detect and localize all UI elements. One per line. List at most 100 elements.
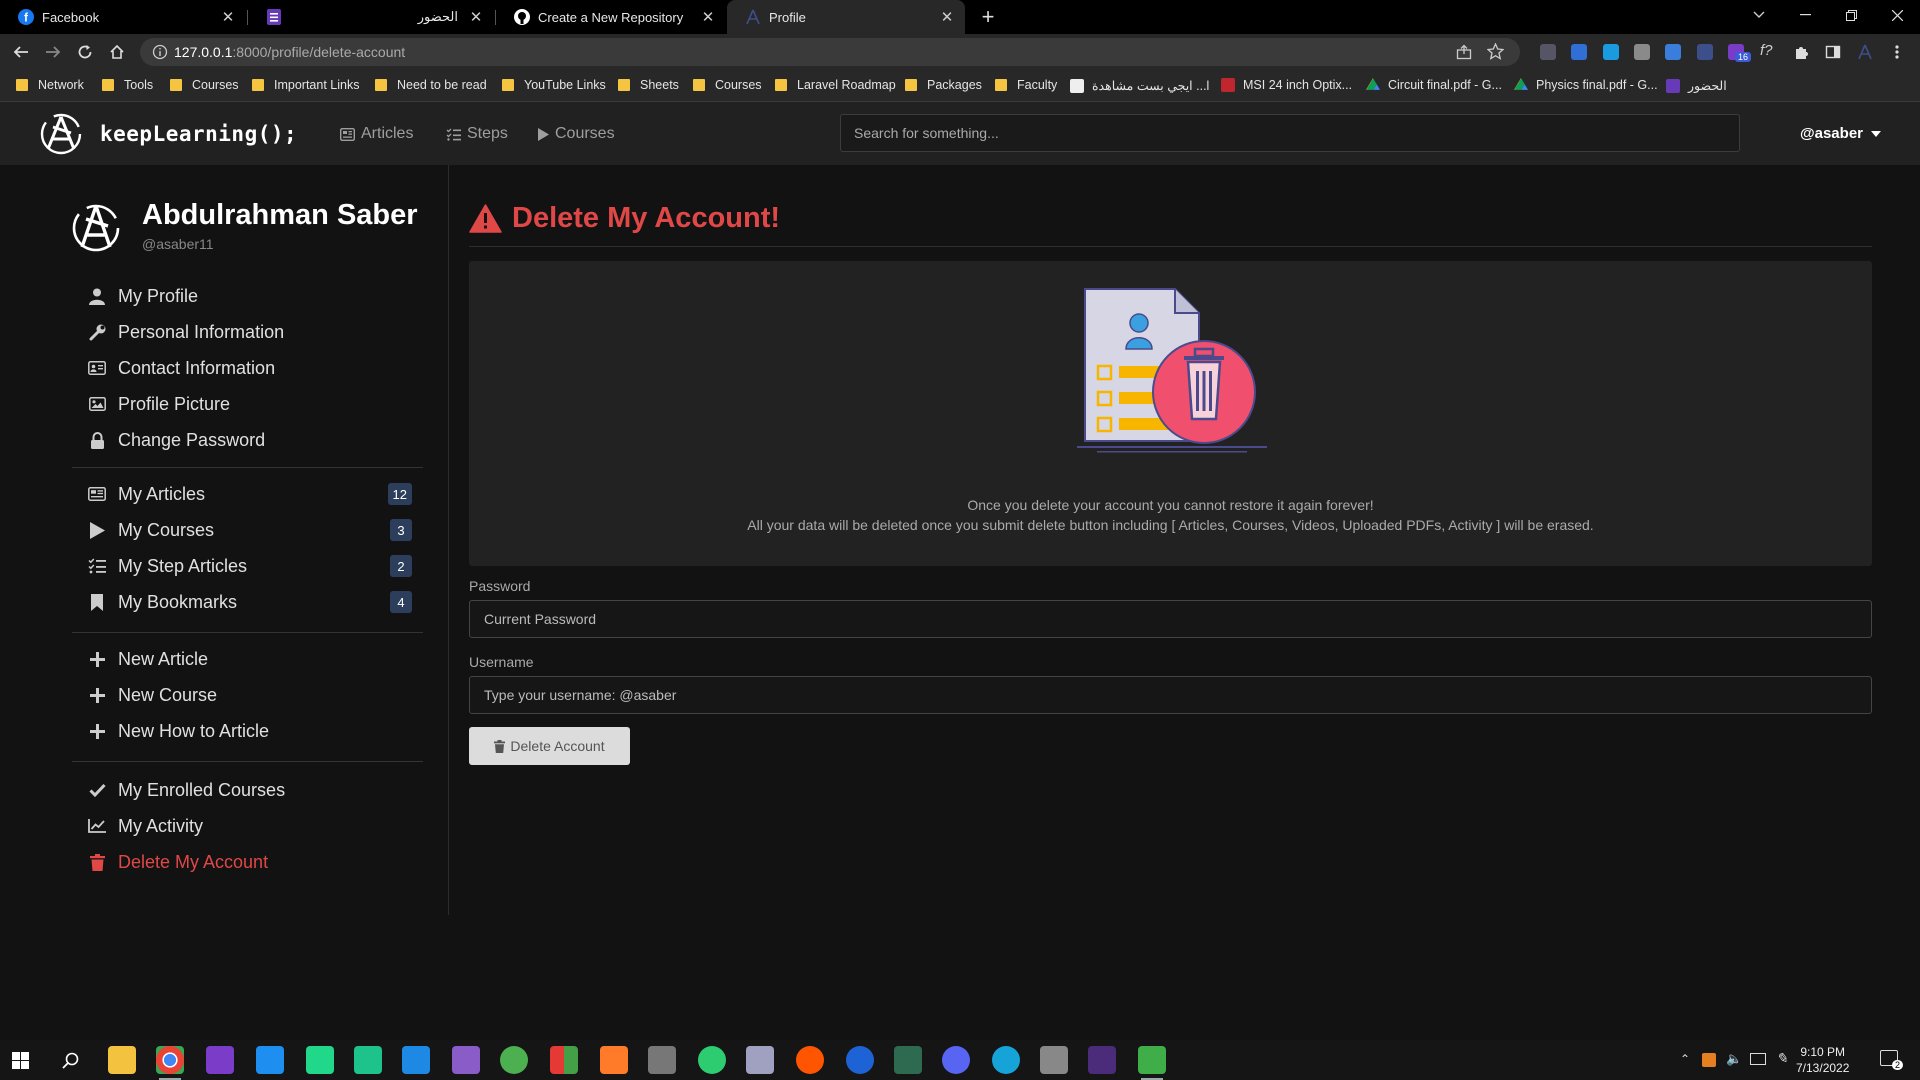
app-icon[interactable] [550, 1046, 578, 1074]
clion-icon[interactable] [354, 1046, 382, 1074]
tab-attendance[interactable]: الحضور ✕ [248, 0, 494, 34]
file-explorer-icon[interactable] [108, 1046, 136, 1074]
tab-search-button[interactable] [1736, 0, 1782, 30]
back-button[interactable] [10, 41, 32, 63]
bookmark-link[interactable]: MSI 24 inch Optix... [1221, 78, 1352, 92]
share-icon[interactable] [1456, 44, 1472, 60]
sidebar-item-change-password[interactable]: Change Password [88, 422, 423, 458]
sidebar-item-contact-information[interactable]: Contact Information [88, 350, 423, 386]
new-tab-button[interactable]: + [976, 4, 1000, 30]
sidebar-item-new-how-to-article[interactable]: New How to Article [88, 713, 423, 749]
sidebar-item-profile-picture[interactable]: Profile Picture [88, 386, 423, 422]
sidebar-item-new-article[interactable]: New Article [88, 641, 423, 677]
webstorm-icon[interactable] [256, 1046, 284, 1074]
network-icon[interactable] [1750, 1053, 1766, 1065]
chrome-icon[interactable] [156, 1046, 184, 1080]
volume-icon[interactable]: 🔈 [1726, 1051, 1742, 1067]
sidebar-item-my-activity[interactable]: My Activity [88, 808, 423, 844]
bookmark-folder[interactable]: Important Links [252, 78, 359, 92]
minimize-button[interactable] [1782, 0, 1828, 30]
close-tab-icon[interactable]: ✕ [468, 8, 484, 26]
close-tab-icon[interactable]: ✕ [700, 8, 716, 26]
bookmark-folder[interactable]: Courses [170, 78, 239, 92]
nav-courses[interactable]: Courses [538, 125, 615, 143]
sidebar-item-my-articles[interactable]: My Articles 12 [88, 476, 423, 512]
extensions-puzzle-icon[interactable] [1790, 41, 1812, 63]
tab-facebook[interactable]: f Facebook ✕ [0, 0, 246, 34]
close-tab-icon[interactable]: ✕ [220, 8, 236, 26]
windows-start-icon[interactable] [12, 1052, 29, 1069]
sidebar-item-my-courses[interactable]: My Courses 3 [88, 512, 423, 548]
browser-menu-icon[interactable] [1886, 41, 1908, 63]
password-field[interactable] [469, 600, 1872, 638]
bookmark-folder[interactable]: Sheets [618, 78, 679, 92]
app-icon[interactable] [500, 1046, 528, 1074]
restore-button[interactable] [1828, 0, 1874, 30]
app-icon[interactable] [698, 1046, 726, 1074]
app-icon[interactable] [648, 1046, 676, 1074]
bookmark-folder[interactable]: Tools [102, 78, 153, 92]
address-bar[interactable]: 127.0.0.1:8000/profile/delete-account [140, 38, 1520, 66]
bookmark-folder[interactable]: Need to be read [375, 78, 487, 92]
phpstorm-icon[interactable] [206, 1046, 234, 1074]
sidebar-item-my-profile[interactable]: My Profile [88, 278, 423, 314]
formula-extension-icon[interactable]: f? [1760, 42, 1773, 59]
app-icon[interactable] [894, 1046, 922, 1074]
site-info-icon[interactable] [152, 44, 168, 60]
app-icon[interactable] [1040, 1046, 1068, 1074]
app-icon[interactable] [846, 1046, 874, 1074]
app-icon[interactable] [1138, 1046, 1166, 1080]
extension-icon[interactable] [1540, 44, 1556, 60]
site-brand[interactable]: keepLearning(); [40, 113, 297, 155]
soundcloud-icon[interactable] [796, 1046, 824, 1074]
search-icon[interactable] [62, 1052, 79, 1069]
nav-articles[interactable]: Articles [340, 125, 413, 143]
bookmark-folder[interactable]: Packages [905, 78, 982, 92]
pen-icon[interactable]: ✎ [1776, 1050, 1788, 1067]
discord-icon[interactable] [942, 1046, 970, 1074]
forward-button[interactable] [42, 41, 64, 63]
sidebar-item-delete-my-account[interactable]: Delete My Account [88, 844, 423, 880]
bookmark-folder[interactable]: Courses [693, 78, 762, 92]
sidebar-item-new-course[interactable]: New Course [88, 677, 423, 713]
nav-steps[interactable]: Steps [446, 125, 508, 143]
extension-icon[interactable] [1665, 44, 1681, 60]
delete-account-button[interactable]: Delete Account [469, 727, 630, 765]
user-menu[interactable]: @asaber [1800, 125, 1881, 142]
app-icon[interactable] [992, 1046, 1020, 1074]
extension-icon[interactable] [1697, 44, 1713, 60]
bookmark-folder[interactable]: YouTube Links [502, 78, 606, 92]
bookmark-link[interactable]: الحضور [1666, 78, 1727, 93]
close-tab-icon[interactable]: ✕ [939, 8, 955, 26]
profile-icon[interactable] [1854, 41, 1876, 63]
nox-icon[interactable] [1088, 1046, 1116, 1074]
sidebar-item-my-bookmarks[interactable]: My Bookmarks 4 [88, 584, 423, 620]
bookmark-folder[interactable]: Laravel Roadmap [775, 78, 896, 92]
bookmark-link[interactable]: ايجي بست مشاهدة ...l [1070, 78, 1209, 93]
sidebar-item-personal-information[interactable]: Personal Information [88, 314, 423, 350]
home-button[interactable] [106, 41, 128, 63]
tab-profile[interactable]: Profile ✕ [727, 0, 965, 34]
pycharm-icon[interactable] [306, 1046, 334, 1074]
bookmark-folder[interactable]: Faculty [995, 78, 1057, 92]
reload-button[interactable] [74, 41, 96, 63]
app-icon[interactable] [746, 1046, 774, 1074]
close-window-button[interactable] [1874, 0, 1920, 30]
bookmark-link[interactable]: Physics final.pdf - G... [1514, 78, 1658, 92]
sidebar-item-my-step-articles[interactable]: My Step Articles 2 [88, 548, 423, 584]
bookmark-folder[interactable]: Network [16, 78, 84, 92]
bookmark-link[interactable]: Circuit final.pdf - G... [1366, 78, 1502, 92]
vscode-icon[interactable] [402, 1046, 430, 1074]
sidebar-item-my-enrolled-courses[interactable]: My Enrolled Courses [88, 772, 423, 808]
tab-github[interactable]: Create a New Repository ✕ [496, 0, 726, 34]
tray-app-icon[interactable] [1702, 1053, 1716, 1067]
translate-extension-icon[interactable] [1571, 44, 1587, 60]
search-input[interactable] [840, 114, 1740, 152]
side-panel-icon[interactable] [1822, 41, 1844, 63]
tray-expand-icon[interactable]: ⌃ [1680, 1052, 1690, 1066]
extension-icon[interactable] [1634, 44, 1650, 60]
app-icon[interactable] [600, 1046, 628, 1074]
taskbar-clock[interactable]: 9:10 PM 7/13/2022 [1796, 1044, 1849, 1076]
visual-studio-icon[interactable] [452, 1046, 480, 1074]
username-field[interactable] [469, 676, 1872, 714]
